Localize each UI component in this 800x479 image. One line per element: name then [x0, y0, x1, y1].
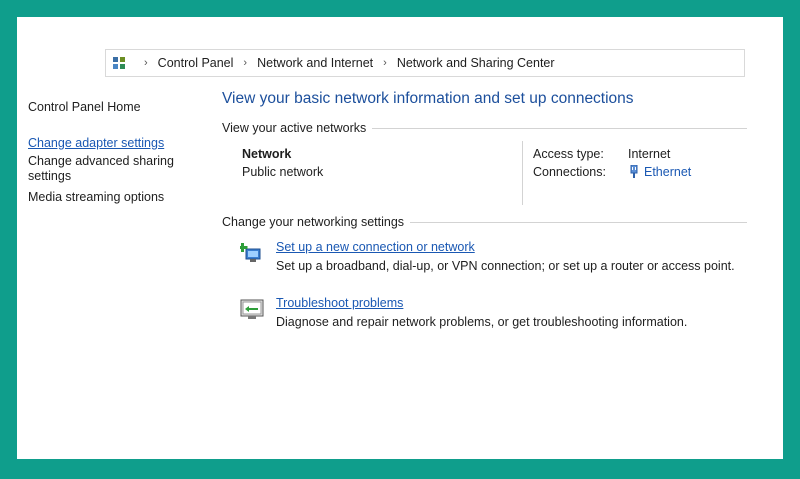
control-panel-window: › Control Panel › Network and Internet ›…: [17, 17, 783, 459]
access-type-value: Internet: [628, 147, 671, 161]
active-network: Network Public network Access type: Inte…: [222, 135, 747, 215]
nav-change-advanced-sharing[interactable]: Change advanced sharing settings: [28, 154, 208, 184]
main-content: View your basic network information and …: [222, 89, 747, 351]
breadcrumb-item-network-internet[interactable]: Network and Internet: [257, 56, 373, 70]
connections-row: Connections: Ethernet: [533, 164, 691, 179]
setup-connection-link[interactable]: Set up a new connection or network: [276, 239, 475, 255]
nav-media-streaming[interactable]: Media streaming options: [28, 190, 208, 205]
breadcrumb-item-sharing-center[interactable]: Network and Sharing Center: [397, 56, 555, 70]
left-nav: Control Panel Home Change adapter settin…: [28, 100, 208, 205]
settings-heading: Change your networking settings: [222, 215, 747, 229]
page-title: View your basic network information and …: [222, 90, 634, 107]
troubleshoot-link[interactable]: Troubleshoot problems: [276, 295, 403, 311]
troubleshoot-icon[interactable]: [240, 297, 264, 321]
divider: [410, 221, 747, 223]
access-type-row: Access type: Internet: [533, 147, 670, 161]
network-name: Network: [242, 147, 292, 161]
access-type-label: Access type:: [533, 147, 604, 161]
active-networks-heading: View your active networks: [222, 121, 747, 135]
nav-control-panel-home[interactable]: Control Panel Home: [28, 100, 208, 115]
chevron-right-icon[interactable]: ›: [243, 57, 247, 69]
divider: [372, 127, 747, 129]
nav-change-adapter-settings[interactable]: Change adapter settings: [28, 136, 208, 151]
breadcrumb-item-control-panel[interactable]: Control Panel: [158, 56, 234, 70]
breadcrumb[interactable]: › Control Panel › Network and Internet ›…: [105, 49, 745, 77]
chevron-right-icon[interactable]: ›: [144, 57, 148, 69]
task-troubleshoot: Troubleshoot problems Diagnose and repai…: [222, 295, 747, 351]
connections-label: Connections:: [533, 165, 606, 179]
settings-heading-label: Change your networking settings: [222, 215, 405, 229]
new-connection-icon[interactable]: [237, 241, 264, 265]
active-networks-heading-label: View your active networks: [222, 121, 367, 135]
divider: [522, 141, 523, 205]
ethernet-icon[interactable]: [628, 164, 640, 179]
task-new-connection: Set up a new connection or network Set u…: [222, 239, 747, 295]
troubleshoot-desc: Diagnose and repair network problems, or…: [276, 315, 688, 329]
setup-connection-desc: Set up a broadband, dial-up, or VPN conn…: [276, 259, 735, 273]
control-panel-icon[interactable]: [112, 56, 126, 70]
network-type: Public network: [242, 165, 324, 179]
chevron-right-icon[interactable]: ›: [383, 57, 387, 69]
ethernet-link[interactable]: Ethernet: [644, 165, 691, 179]
